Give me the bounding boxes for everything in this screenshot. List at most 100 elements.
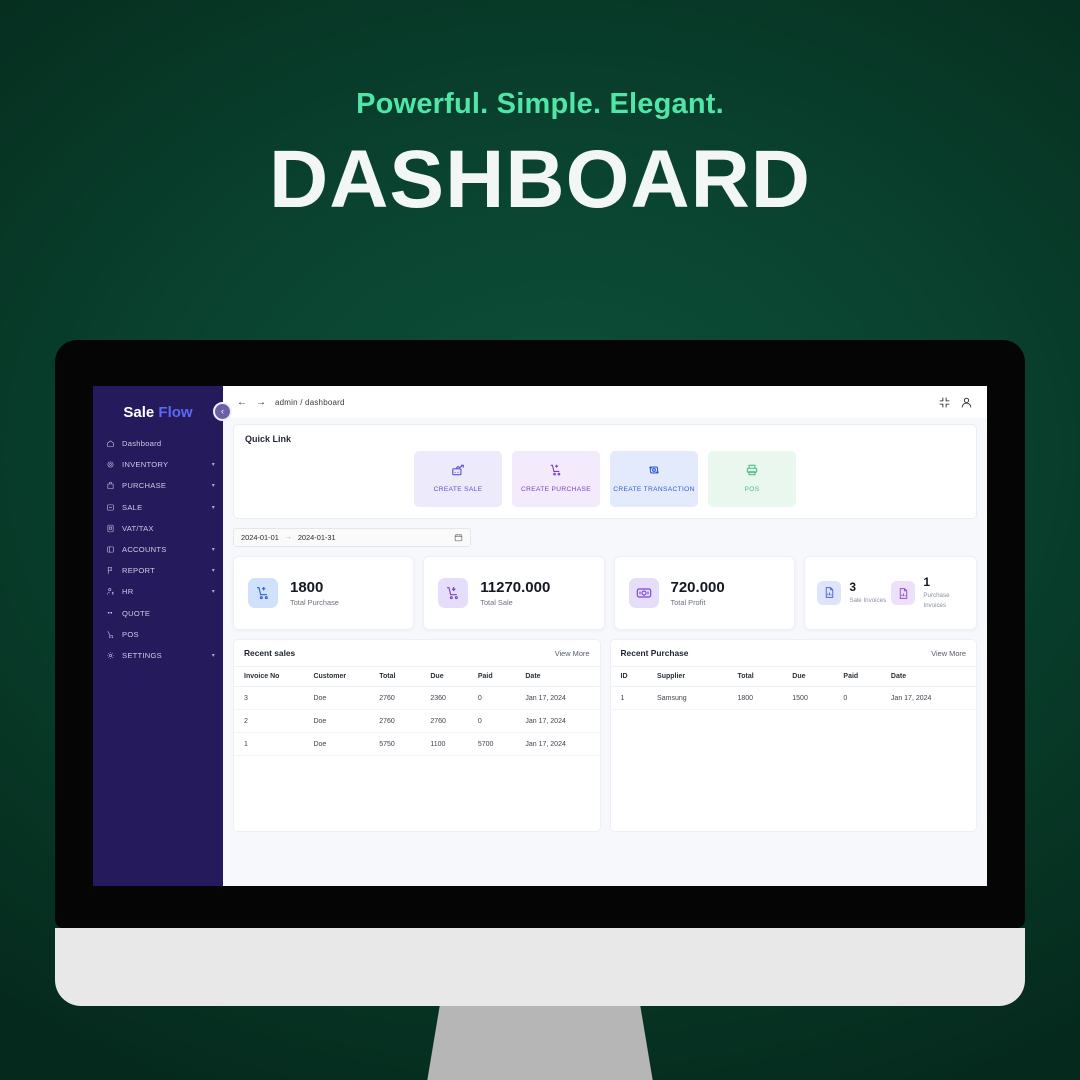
table-cell: Doe [303, 709, 370, 733]
sidebar-item-label: POS [122, 629, 139, 639]
stat-card-total-purchase: 1800 Total Purchase [233, 556, 415, 630]
calendar-icon[interactable] [454, 529, 463, 547]
invoice-stat-label: Purchase Invoices [923, 592, 950, 609]
people-icon [105, 587, 115, 597]
recent-purchase-body: 1 Samsung 1800 1500 0 Jan 17, 2024 [610, 686, 976, 710]
sidebar-item-purchase[interactable]: PURCHASE ▾ [93, 475, 223, 496]
sidebar-item-label: Dashboard [122, 439, 162, 449]
cart-down-icon [438, 578, 469, 608]
sidebar-item-report[interactable]: REPORT ▾ [93, 560, 223, 581]
invoice-stat-sale-invoices: 3 Sale Invoices [817, 580, 887, 605]
back-button[interactable]: ← [237, 397, 247, 408]
sidebar-item-label: PURCHASE [122, 481, 167, 491]
table-cell: 1800 [727, 686, 783, 710]
table-cell: 1 [610, 686, 648, 710]
column-header: Date [515, 667, 600, 687]
quick-link-pos[interactable]: POS [708, 451, 796, 507]
invoice-stat-purchase-invoices: 1 Purchase Invoices [891, 575, 963, 610]
breadcrumb: admin / dashboard [275, 397, 345, 407]
table-cell: 2760 [369, 709, 421, 733]
chevron-down-icon[interactable]: ▾ [212, 482, 215, 489]
sidebar-item-label: SALE [122, 502, 143, 512]
column-header: Supplier [647, 667, 728, 687]
sidebar-item-sale[interactable]: SALE ▾ [93, 497, 223, 518]
stat-value: 720.000 [670, 578, 725, 596]
user-icon[interactable] [960, 396, 973, 409]
sidebar-item-inventory[interactable]: INVENTORY ▾ [93, 454, 223, 475]
sidebar-item-hr[interactable]: HR ▾ [93, 581, 223, 602]
hero-section: Powerful. Simple. Elegant. DASHBOARD [0, 0, 1080, 221]
table-cell: 2 [234, 709, 304, 733]
table-row[interactable]: 2 Doe 2760 2760 0 Jan 17, 2024 [234, 709, 600, 733]
bag-icon [105, 481, 115, 491]
date-range-picker[interactable]: 2024-01-01 → 2024-01-31 [233, 528, 471, 547]
stat-label: Total Purchase [290, 598, 339, 608]
table-row[interactable]: 1 Doe 5750 1100 5700 Jan 17, 2024 [234, 732, 600, 756]
sidebar-collapse-button[interactable]: ‹ [213, 402, 232, 421]
quick-link-card: Quick Link CREATE SALE CREATE PURCHASE CRE… [233, 424, 977, 519]
column-header: Date [880, 667, 976, 687]
stat-label: Total Sale [480, 598, 513, 608]
forward-button[interactable]: → [256, 397, 266, 408]
column-header: Paid [467, 667, 516, 687]
main-area: ← → admin / dashboard Quick Link CREATE … [223, 386, 987, 886]
sidebar-item-quote[interactable]: QUOTE [93, 603, 223, 624]
invoice-stat-label: Sale Invoices [849, 596, 887, 604]
recent-purchase-title: Recent Purchase [620, 648, 689, 658]
recent-purchase-header: Recent Purchase View More [610, 640, 976, 667]
chevron-down-icon[interactable]: ▾ [212, 546, 215, 553]
table-cell: 1 [234, 732, 304, 756]
sidebar-item-dashboard[interactable]: Dashboard [93, 433, 223, 454]
table-row[interactable]: 3 Doe 2760 2360 0 Jan 17, 2024 [234, 686, 600, 710]
chart-up-icon [451, 463, 465, 482]
sidebar-item-label: SETTINGS [122, 650, 162, 660]
transfer-icon [647, 463, 661, 482]
table-row[interactable]: 1 Samsung 1800 1500 0 Jan 17, 2024 [610, 686, 976, 710]
chevron-down-icon[interactable]: ▾ [212, 567, 215, 574]
chevron-down-icon[interactable]: ▾ [212, 588, 215, 595]
printer-icon [745, 463, 759, 482]
brand-first: Sale [123, 404, 155, 421]
sidebar-item-pos[interactable]: POS [93, 624, 223, 645]
sidebar-item-settings[interactable]: SETTINGS ▾ [93, 645, 223, 666]
quick-link-create-sale[interactable]: CREATE SALE [414, 451, 502, 507]
table-cell: Doe [303, 732, 370, 756]
column-header: Invoice No [234, 667, 304, 687]
table-cell: 5700 [467, 732, 516, 756]
quote-icon [105, 608, 115, 618]
recent-purchase-card: Recent Purchase View More ID Supplier Tota… [609, 639, 977, 832]
quick-link-create-transaction[interactable]: CREATE TRANSACTION [610, 451, 698, 507]
stat-card-total-sale: 11270.000 Total Sale [423, 556, 605, 630]
quick-link-label: POS [744, 486, 760, 494]
invoice-stat-value: 1 [923, 575, 931, 590]
recent-sales-view-more[interactable]: View More [555, 649, 590, 658]
table-cell: 0 [467, 709, 516, 733]
quick-link-create-purchase[interactable]: CREATE PURCHASE [512, 451, 600, 507]
topbar: ← → admin / dashboard [223, 386, 987, 418]
hero-title: DASHBOARD [269, 134, 811, 225]
sidebar: Sale Flow ‹ Dashboard INVENTORY ▾ PURCHASE ▾… [93, 386, 232, 886]
wallet-icon [105, 545, 115, 555]
chevron-down-icon[interactable]: ▾ [212, 652, 215, 659]
chevron-left-icon: ‹ [221, 406, 224, 416]
sidebar-item-accounts[interactable]: ACCOUNTS ▾ [93, 539, 223, 560]
recent-sales-table: Invoice No Customer Total Due Paid Date 3 Doe 2… [234, 667, 600, 756]
recent-purchase-view-more[interactable]: View More [931, 649, 966, 658]
quick-link-label: CREATE SALE [433, 486, 483, 494]
cart-icon [105, 629, 115, 639]
hero-tagline: Powerful. Simple. Elegant. [356, 88, 724, 120]
minus-square-icon [105, 502, 115, 512]
chevron-down-icon[interactable]: ▾ [212, 461, 215, 468]
table-cell: 5750 [369, 732, 421, 756]
sidebar-item-label: VAT/TAX [122, 523, 154, 533]
column-header: ID [610, 667, 648, 687]
sidebar-item-label: HR [122, 587, 134, 597]
money-icon [628, 578, 659, 608]
sidebar-item-vat-tax[interactable]: VAT/TAX [93, 518, 223, 539]
document-icon [891, 581, 916, 605]
stat-value: 1800 [290, 578, 324, 596]
chevron-down-icon[interactable]: ▾ [212, 504, 215, 511]
sidebar-item-label: QUOTE [122, 608, 151, 618]
compress-icon[interactable] [938, 396, 951, 409]
app-screen: Sale Flow ‹ Dashboard INVENTORY ▾ PURCHASE ▾… [93, 386, 987, 886]
